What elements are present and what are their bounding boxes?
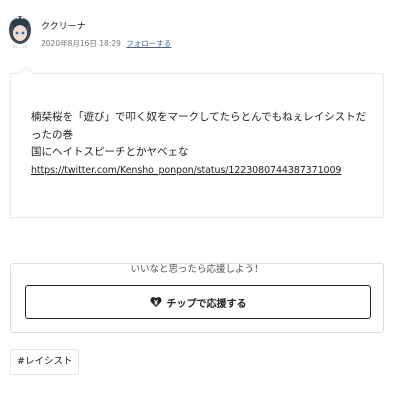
yen-heart-icon <box>149 297 162 307</box>
post-card: 楠栞桜を「遊び」で叩く奴をマークしてたらとんでもねぇレイシストだったの巻 国にヘ… <box>10 65 384 218</box>
post-line: 国にヘイトスピーチとかヤベェな <box>31 146 189 158</box>
tip-prompt: いいなと思ったら応援しよう！ <box>11 257 383 276</box>
tip-button-label: チップで応援する <box>166 298 247 310</box>
post-body: 楠栞桜を「遊び」で叩く奴をマークしてたらとんでもねぇレイシストだったの巻 国にヘ… <box>31 109 371 179</box>
post-header: ククリーナ 2020年8月16日 18:29 フォローする <box>8 14 393 54</box>
follow-link[interactable]: フォローする <box>126 39 171 48</box>
hashtag[interactable]: #レイシスト <box>10 349 80 375</box>
avatar[interactable] <box>8 14 32 50</box>
post-meta: 2020年8月16日 18:29 フォローする <box>41 38 171 49</box>
post-line: 楠栞桜を「遊び」で叩く奴をマークしてたらとんでもねぇレイシストだったの巻 <box>31 111 367 141</box>
post-link[interactable]: https://twitter.com/Kensho_ponpon/status… <box>31 162 341 180</box>
tip-box: いいなと思ったら応援しよう！ チップで応援する <box>10 263 384 333</box>
anime-avatar-icon <box>9 16 31 48</box>
author-name[interactable]: ククリーナ <box>41 19 86 32</box>
tip-prompt-text: いいなと思ったら応援しよう！ <box>122 264 272 275</box>
tip-button[interactable]: チップで応援する <box>25 285 371 319</box>
post-date: 2020年8月16日 18:29 <box>41 39 121 48</box>
card-notch <box>18 65 34 81</box>
